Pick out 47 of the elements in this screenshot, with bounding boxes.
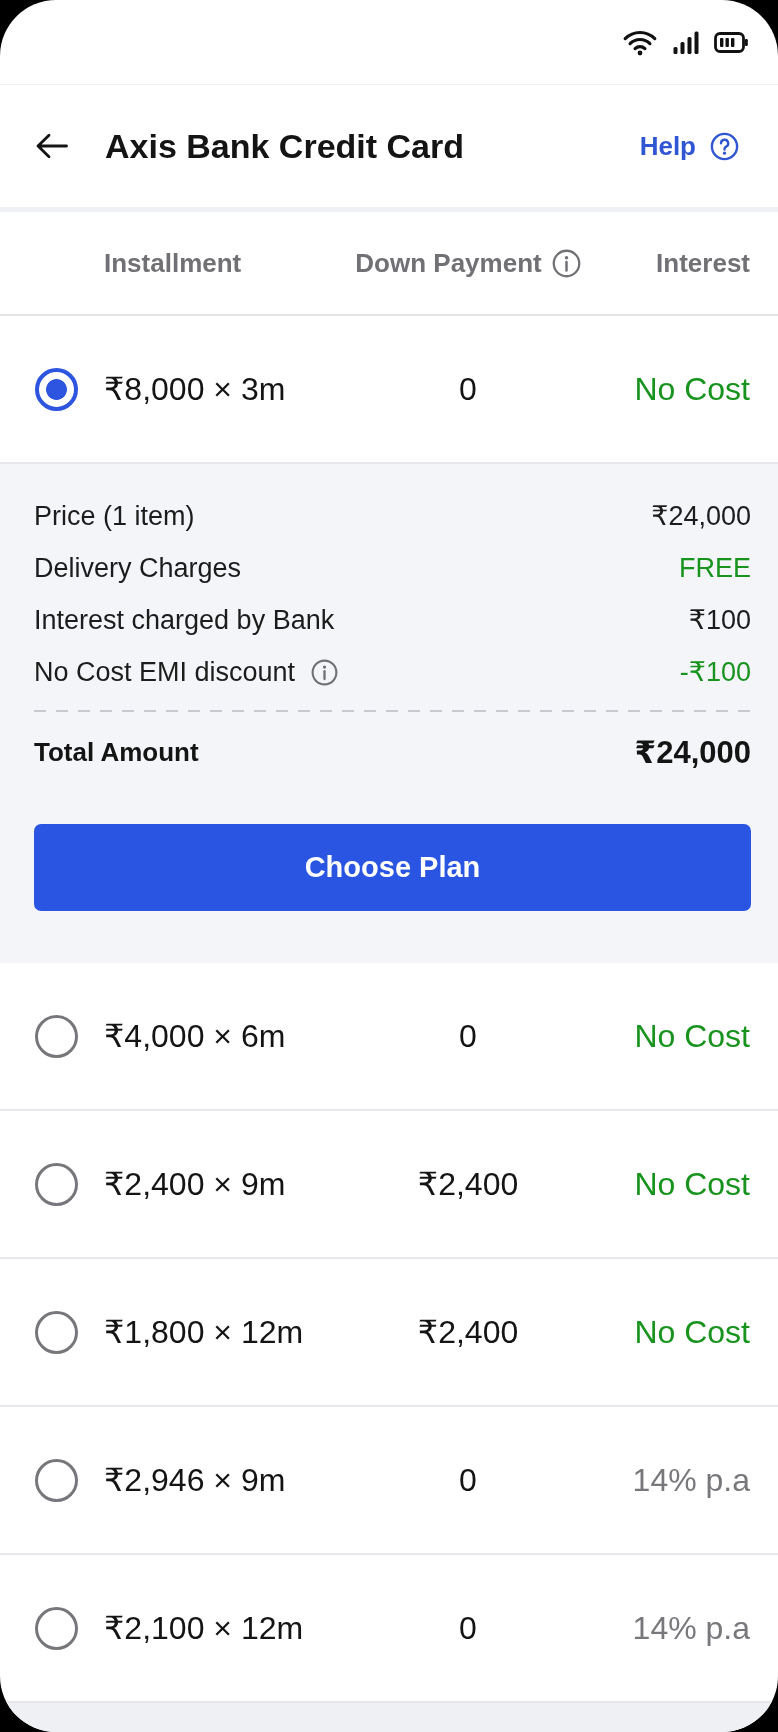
- installment-amount: ₹2,400 × 9m: [104, 1165, 287, 1203]
- installment-amount: ₹8,000 × 3m: [104, 370, 287, 408]
- interest-label: 14% p.a: [632, 1461, 750, 1499]
- info-icon[interactable]: [551, 248, 581, 278]
- detail-label: Interest charged by Bank: [34, 604, 335, 636]
- total-value: ₹24,000: [634, 733, 751, 771]
- interest-label: No Cost: [634, 370, 750, 408]
- column-header: Down Payment: [355, 247, 542, 279]
- radio-button[interactable]: [35, 1310, 78, 1354]
- interest-label: No Cost: [634, 1017, 750, 1055]
- page-title: Axis Bank Credit Card: [105, 126, 464, 166]
- column-header: Installment: [104, 247, 242, 279]
- down-payment-amount: 0: [459, 1461, 477, 1499]
- help-icon: [710, 131, 739, 161]
- info-icon[interactable]: [311, 658, 339, 686]
- help-link[interactable]: Help: [639, 130, 739, 162]
- interest-label: 14% p.a: [632, 1609, 750, 1647]
- total-label: Total Amount: [34, 736, 199, 768]
- down-payment-amount: 0: [459, 370, 477, 408]
- detail-value: ₹24,000: [651, 500, 751, 532]
- radio-button[interactable]: [35, 1162, 78, 1206]
- detail-value: ₹100: [688, 604, 751, 636]
- detail-value: FREE: [679, 552, 751, 584]
- interest-label: No Cost: [634, 1165, 750, 1203]
- down-payment-amount: 0: [459, 1609, 477, 1647]
- detail-label: Price (1 item): [34, 500, 195, 532]
- radio-button[interactable]: [35, 1014, 78, 1058]
- wifi-icon: [622, 28, 658, 56]
- radio-button[interactable]: [35, 1606, 78, 1650]
- radio-button[interactable]: [35, 367, 78, 411]
- down-payment-amount: ₹2,400: [417, 1313, 519, 1351]
- installment-amount: ₹2,946 × 9m: [104, 1461, 287, 1499]
- choose-plan-button[interactable]: Choose Plan: [34, 824, 751, 911]
- installment-amount: ₹4,000 × 6m: [104, 1017, 287, 1055]
- detail-label: No Cost EMI discount: [34, 656, 296, 688]
- interest-label: No Cost: [634, 1313, 750, 1351]
- down-payment-amount: 0: [459, 1017, 477, 1055]
- column-header: Interest: [656, 247, 750, 279]
- installment-amount: ₹2,100 × 12m: [104, 1609, 305, 1647]
- battery-icon: [714, 31, 748, 53]
- radio-button[interactable]: [35, 1458, 78, 1502]
- down-payment-amount: ₹2,400: [417, 1165, 519, 1203]
- signal-icon: [673, 30, 699, 54]
- detail-label: Delivery Charges: [34, 552, 242, 584]
- detail-value: -₹100: [679, 656, 751, 688]
- back-arrow-icon[interactable]: [35, 133, 68, 159]
- installment-amount: ₹1,800 × 12m: [104, 1313, 305, 1351]
